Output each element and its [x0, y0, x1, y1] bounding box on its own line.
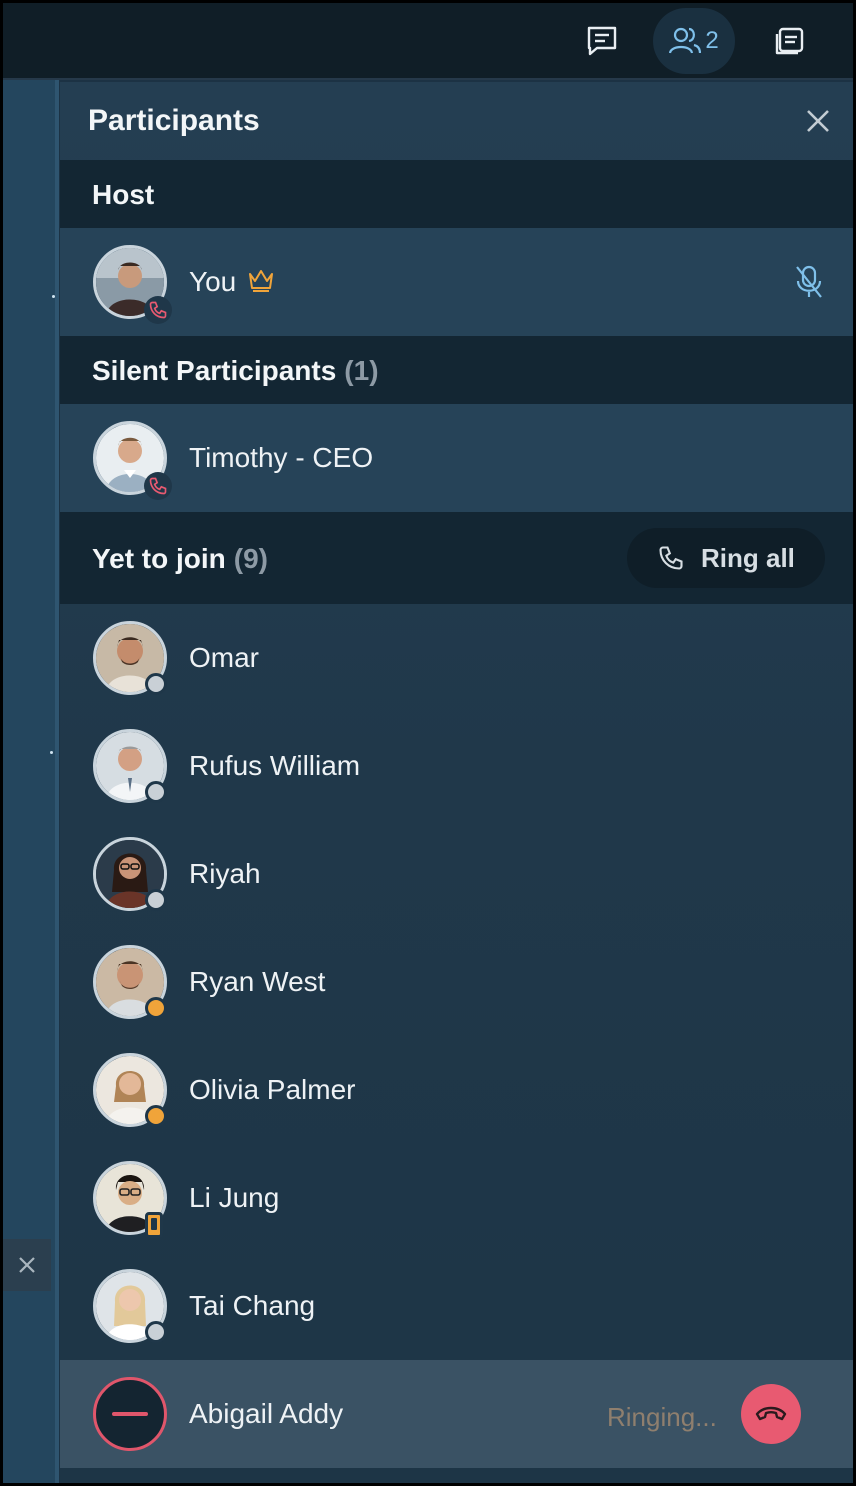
- silent-section-title: Silent Participants: [92, 355, 337, 386]
- crown-icon: [249, 270, 273, 292]
- participant-name: Ryan West: [189, 966, 326, 997]
- ringing-status: Ringing...: [607, 1402, 717, 1432]
- participants-count: 2: [705, 27, 719, 54]
- participant-row[interactable]: Omar: [60, 604, 853, 712]
- whiteboard-button[interactable]: [757, 8, 823, 74]
- silent-section-title-wrap: Silent Participants (1): [92, 355, 379, 387]
- ring-all-button[interactable]: Ring all: [627, 528, 825, 588]
- participant-row-host[interactable]: You: [60, 228, 853, 336]
- participants-panel: Participants Host You Silent Participant…: [60, 82, 853, 1483]
- status-offline-badge: [145, 889, 167, 911]
- participant-row[interactable]: Riyah: [60, 820, 853, 928]
- mobile-icon: [151, 1218, 157, 1230]
- yet-to-join-section-header: Yet to join (9) Ring all: [60, 512, 853, 604]
- mobile-status-badge: [145, 1212, 163, 1238]
- participant-row[interactable]: Olivia Palmer: [60, 1036, 853, 1144]
- ring-all-label: Ring all: [701, 542, 795, 573]
- close-icon: [807, 110, 829, 132]
- participant-name: Riyah: [189, 858, 261, 889]
- yet-to-join-title-wrap: Yet to join (9): [92, 543, 268, 575]
- status-away-badge: [145, 1105, 167, 1127]
- phone-status-badge: [144, 296, 172, 324]
- phone-icon: [659, 546, 683, 570]
- participant-row-silent[interactable]: Timothy - CEO: [60, 404, 853, 512]
- hangup-button[interactable]: [741, 1384, 801, 1444]
- decor-dot: [52, 295, 55, 298]
- participant-name: Olivia Palmer: [189, 1074, 356, 1105]
- status-away-badge: [145, 997, 167, 1019]
- phone-icon: [149, 301, 167, 319]
- chat-button[interactable]: [569, 8, 635, 74]
- host-section-title: Host: [92, 179, 155, 210]
- participant-name: Abigail Addy: [189, 1398, 344, 1429]
- participant-row[interactable]: Ryan West: [60, 928, 853, 1036]
- participant-row[interactable]: Tai Chang: [60, 1252, 853, 1360]
- participant-name: Li Jung: [189, 1182, 280, 1213]
- participants-icon: [669, 27, 702, 54]
- strip-close-button[interactable]: [3, 1239, 51, 1291]
- yet-to-join-title: Yet to join: [92, 543, 226, 574]
- participant-name: Tai Chang: [189, 1290, 316, 1321]
- whiteboard-icon: [775, 27, 804, 55]
- panel-title: Participants: [88, 104, 260, 137]
- status-offline-badge: [145, 781, 167, 803]
- panel-header: Participants: [60, 82, 853, 160]
- status-offline-badge: [145, 673, 167, 695]
- app-window: 2 Participants Host You Silent Participa…: [0, 0, 856, 1486]
- participant-row[interactable]: Li Jung: [60, 1144, 853, 1252]
- ringing-avatar: [93, 1377, 167, 1451]
- host-section-header: Host: [60, 160, 853, 228]
- mic-off-icon[interactable]: [794, 264, 824, 300]
- panel-close-button[interactable]: [801, 104, 835, 138]
- silent-count: (1): [344, 355, 379, 386]
- participant-name: Rufus William: [189, 750, 361, 781]
- yet-to-join-count: (9): [233, 543, 269, 574]
- hangup-icon: [755, 1406, 787, 1421]
- top-bar: 2: [3, 3, 853, 80]
- close-icon: [19, 1257, 35, 1273]
- phone-icon: [149, 477, 167, 495]
- silent-section-header: Silent Participants (1): [60, 336, 853, 404]
- phone-status-badge: [144, 472, 172, 500]
- participant-name: You: [189, 266, 237, 297]
- minus-icon: [112, 1412, 148, 1416]
- participant-name: Omar: [189, 642, 259, 673]
- participants-toggle-button[interactable]: 2: [653, 8, 735, 74]
- status-offline-badge: [145, 1321, 167, 1343]
- participant-row[interactable]: Rufus William: [60, 712, 853, 820]
- chat-icon: [587, 26, 617, 56]
- participant-row-ringing[interactable]: Abigail Addy Ringing...: [60, 1360, 853, 1468]
- decor-dot: [50, 751, 53, 754]
- left-strip-divider: [55, 80, 59, 1483]
- participant-name: Timothy - CEO: [189, 442, 374, 473]
